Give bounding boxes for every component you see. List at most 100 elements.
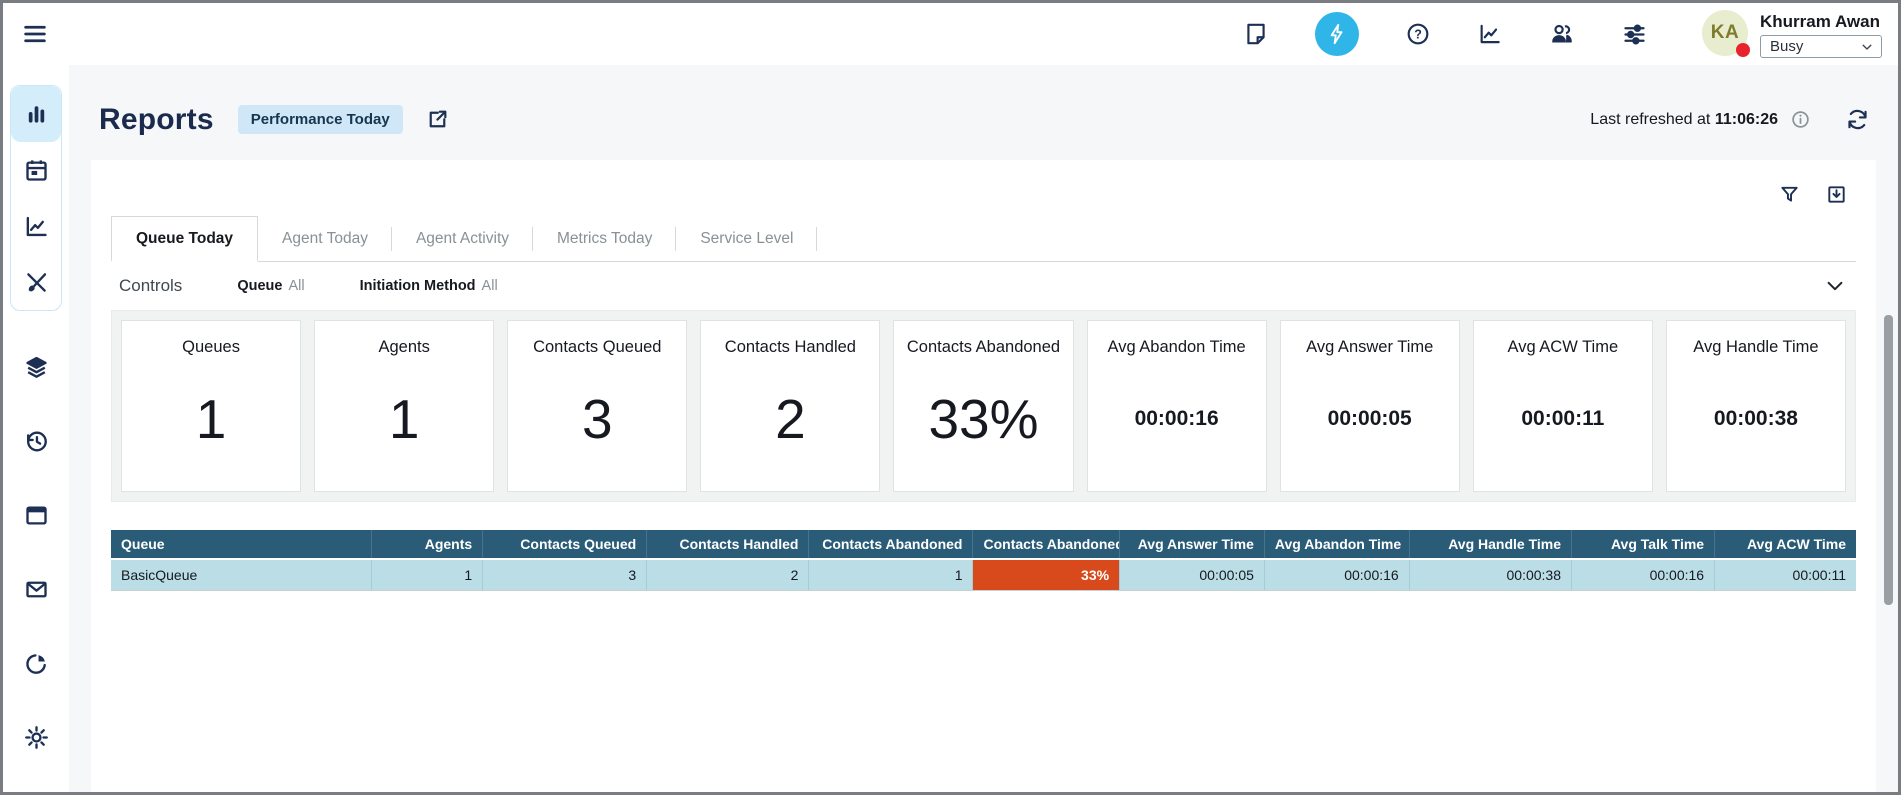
line-chart-icon xyxy=(23,213,50,240)
report-tabs: Queue Today Agent Today Agent Activity M… xyxy=(111,216,1856,262)
sidebar-item-settings[interactable] xyxy=(11,709,61,765)
cell-queue-name: BasicQueue xyxy=(111,559,371,590)
col-contacts-abandoned[interactable]: Contacts Abandoned xyxy=(809,530,973,559)
filter-icon[interactable] xyxy=(1778,183,1801,206)
boost-lightning-icon[interactable] xyxy=(1315,12,1359,56)
cell-contacts-queued: 3 xyxy=(483,559,647,590)
col-agents[interactable]: Agents xyxy=(371,530,483,559)
refresh-icon[interactable] xyxy=(1845,107,1870,132)
col-contacts-abandoned-pct[interactable]: Contacts Abandoned % xyxy=(973,530,1120,559)
col-avg-talk-time[interactable]: Avg Talk Time xyxy=(1572,530,1715,559)
last-refreshed-text: Last refreshed at 11:06:26 xyxy=(1590,111,1778,129)
metric-card-avg-acw-time: Avg ACW Time 00:00:11 xyxy=(1473,320,1653,492)
metrics-chart-icon[interactable] xyxy=(1477,21,1503,47)
metric-cards: Queues 1 Agents 1 Contacts Queued 3 Cont… xyxy=(111,310,1856,502)
col-contacts-queued[interactable]: Contacts Queued xyxy=(483,530,647,559)
sidebar-item-metrics[interactable] xyxy=(11,198,61,254)
pie-chart-icon xyxy=(23,650,50,677)
chevron-down-icon xyxy=(1860,40,1874,54)
cell-avg-answer-time: 00:00:05 xyxy=(1120,559,1265,590)
sidebar-item-schedule[interactable] xyxy=(11,142,61,198)
tab-service-level[interactable]: Service Level xyxy=(676,216,817,261)
sidebar-group-analytics xyxy=(10,85,62,311)
metric-value: 33% xyxy=(928,357,1038,491)
preferences-sliders-icon[interactable] xyxy=(1621,21,1648,48)
report-badge: Performance Today xyxy=(238,105,403,134)
layers-icon xyxy=(23,354,50,381)
metric-card-avg-handle-time: Avg Handle Time 00:00:38 xyxy=(1666,320,1846,492)
svg-text:?: ? xyxy=(1414,27,1422,41)
sidebar xyxy=(3,65,69,792)
metric-card-contacts-abandoned: Contacts Abandoned 33% xyxy=(893,320,1073,492)
status-value: Busy xyxy=(1770,38,1803,55)
metric-value: 2 xyxy=(775,357,806,491)
sidebar-item-window[interactable] xyxy=(11,487,61,543)
note-icon[interactable] xyxy=(1243,21,1269,47)
sidebar-item-reports-pie[interactable] xyxy=(11,635,61,691)
metric-card-avg-abandon-time: Avg Abandon Time 00:00:16 xyxy=(1087,320,1267,492)
cell-agents: 1 xyxy=(371,559,483,590)
table-header-row: Queue Agents Contacts Queued Contacts Ha… xyxy=(111,530,1856,559)
hamburger-menu-icon[interactable] xyxy=(21,20,49,48)
tab-agent-activity[interactable]: Agent Activity xyxy=(392,216,533,261)
filter-queue[interactable]: QueueAll xyxy=(237,278,304,294)
metric-card-contacts-handled: Contacts Handled 2 xyxy=(700,320,880,492)
cell-avg-handle-time: 00:00:38 xyxy=(1409,559,1571,590)
col-avg-abandon-time[interactable]: Avg Abandon Time xyxy=(1264,530,1409,559)
col-avg-handle-time[interactable]: Avg Handle Time xyxy=(1409,530,1571,559)
avatar-initials: KA xyxy=(1711,22,1739,44)
avatar[interactable]: KA xyxy=(1702,10,1748,56)
tab-queue-today[interactable]: Queue Today xyxy=(111,216,258,262)
col-contacts-handled[interactable]: Contacts Handled xyxy=(647,530,809,559)
last-refreshed-time: 11:06:26 xyxy=(1715,111,1778,128)
status-dropdown[interactable]: Busy xyxy=(1760,35,1882,58)
page-header: Reports Performance Today Last refreshed… xyxy=(91,65,1876,160)
tab-metrics-today[interactable]: Metrics Today xyxy=(533,216,676,261)
page-title: Reports xyxy=(99,103,214,137)
cell-avg-acw-time: 00:00:11 xyxy=(1715,559,1856,590)
controls-label: Controls xyxy=(119,276,182,296)
col-queue[interactable]: Queue xyxy=(111,530,371,559)
metric-value: 00:00:16 xyxy=(1135,357,1219,491)
sidebar-item-dashboard[interactable] xyxy=(11,86,61,142)
col-avg-acw-time[interactable]: Avg ACW Time xyxy=(1715,530,1856,559)
help-icon[interactable]: ? xyxy=(1405,21,1431,47)
col-avg-answer-time[interactable]: Avg Answer Time xyxy=(1120,530,1265,559)
controls-bar: Controls QueueAll Initiation MethodAll xyxy=(111,262,1856,310)
metric-value: 00:00:05 xyxy=(1328,357,1412,491)
sidebar-item-customize[interactable] xyxy=(11,254,61,310)
sidebar-item-layers[interactable] xyxy=(11,339,61,395)
collapse-chevron-icon[interactable] xyxy=(1824,275,1846,297)
bar-chart-icon xyxy=(23,101,50,128)
download-icon[interactable] xyxy=(1825,183,1848,206)
tab-agent-today[interactable]: Agent Today xyxy=(258,216,392,261)
sidebar-item-mail[interactable] xyxy=(11,561,61,617)
metric-card-avg-answer-time: Avg Answer Time 00:00:05 xyxy=(1280,320,1460,492)
filter-initiation-method[interactable]: Initiation MethodAll xyxy=(360,278,498,294)
user-block: KA Khurram Awan Busy xyxy=(1702,10,1882,58)
queue-table: Queue Agents Contacts Queued Contacts Ha… xyxy=(111,530,1856,591)
topbar: ? KA Khurram Awan Busy xyxy=(3,3,1898,65)
sidebar-item-history[interactable] xyxy=(11,413,61,469)
mail-icon xyxy=(23,576,50,603)
metric-value: 00:00:38 xyxy=(1714,357,1798,491)
metric-value: 1 xyxy=(196,357,227,491)
main-area: Reports Performance Today Last refreshed… xyxy=(69,65,1898,792)
info-icon[interactable] xyxy=(1790,109,1811,130)
cell-contacts-handled: 2 xyxy=(647,559,809,590)
cell-contacts-abandoned: 1 xyxy=(809,559,973,590)
panel-toolbar xyxy=(111,160,1856,216)
report-panel: Queue Today Agent Today Agent Activity M… xyxy=(91,160,1876,792)
external-link-icon[interactable] xyxy=(425,107,450,132)
metric-card-agents: Agents 1 xyxy=(314,320,494,492)
metric-card-contacts-queued: Contacts Queued 3 xyxy=(507,320,687,492)
metric-value: 00:00:11 xyxy=(1521,357,1604,491)
vertical-scrollbar-thumb[interactable] xyxy=(1884,315,1893,605)
design-brush-icon xyxy=(23,269,50,296)
calendar-icon xyxy=(23,157,50,184)
metric-value: 3 xyxy=(582,357,613,491)
users-icon[interactable] xyxy=(1549,21,1575,47)
cell-avg-talk-time: 00:00:16 xyxy=(1572,559,1715,590)
cell-contacts-abandoned-pct-alert: 33% xyxy=(973,559,1120,590)
user-name: Khurram Awan xyxy=(1760,12,1882,32)
